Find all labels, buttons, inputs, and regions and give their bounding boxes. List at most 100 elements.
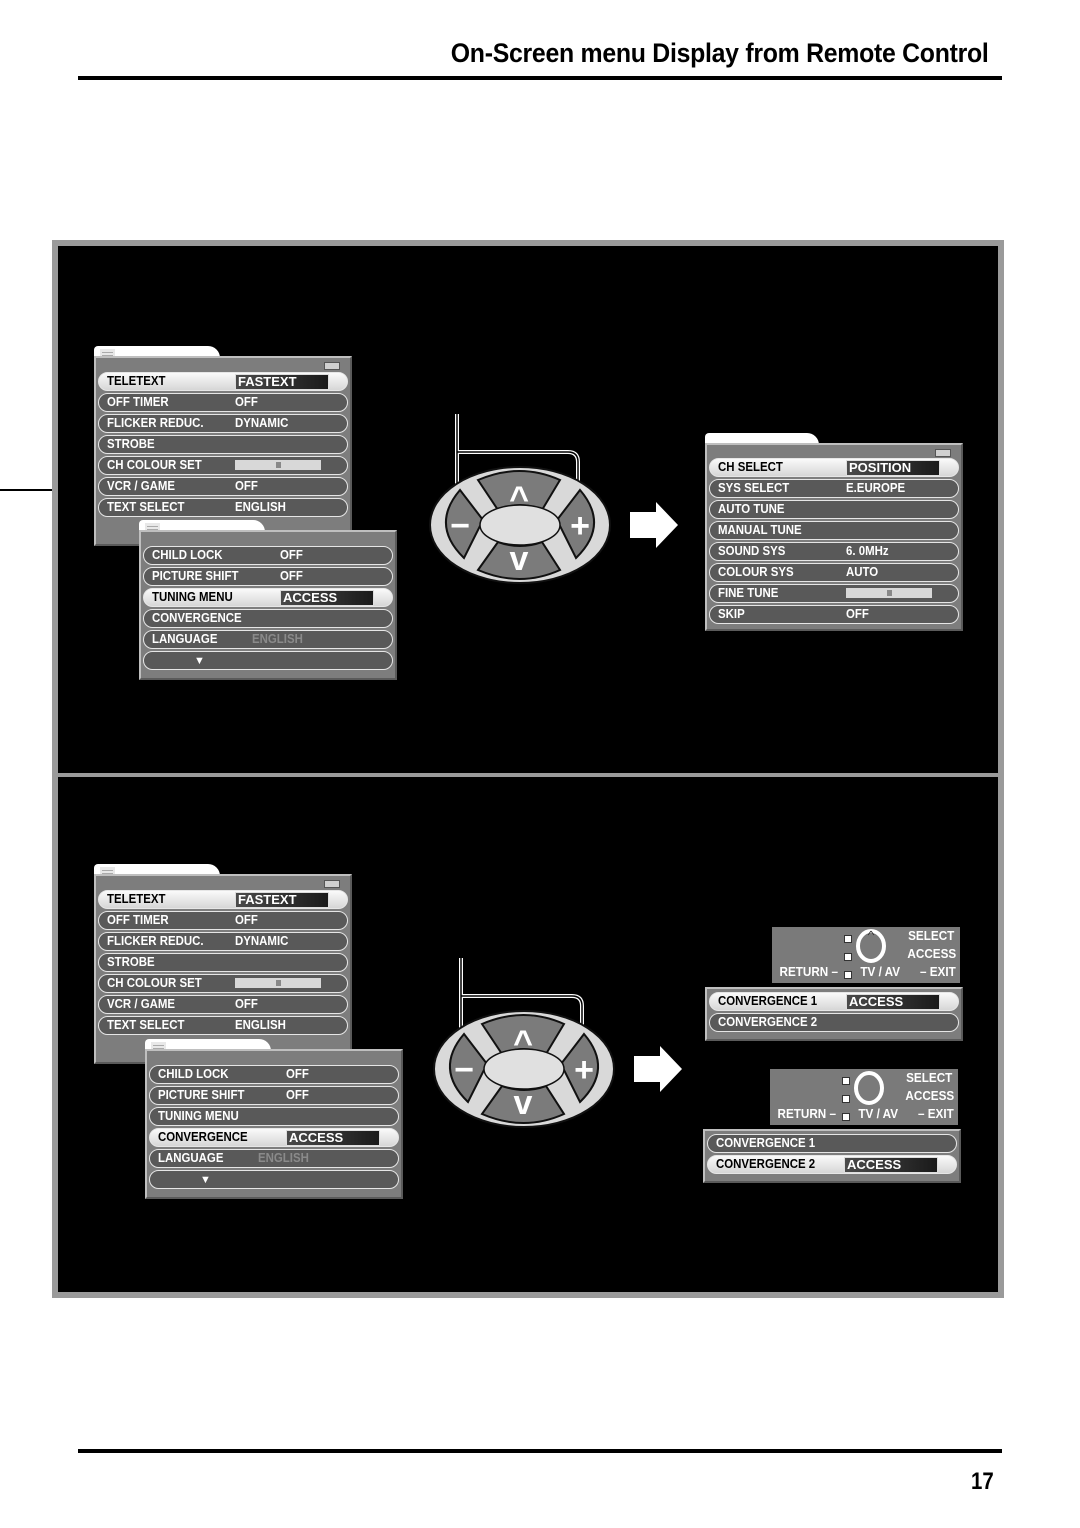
menu-row[interactable]: CONVERGENCE 1 ACCESS [709, 992, 959, 1011]
help-tvav: TV / AV [860, 964, 900, 979]
menu-row-label: CONVERGENCE 2 [716, 1156, 816, 1171]
menu-row[interactable]: STROBE [98, 953, 348, 972]
menu-row-value: ENGLISH [252, 631, 303, 646]
menu-row[interactable]: LANGUAGE ENGLISH [149, 1149, 399, 1168]
menu-row[interactable]: SYS SELECT E.EUROPE [709, 479, 959, 498]
menu-row-value: ACCESS [844, 1157, 938, 1173]
menu-row-label: TUNING MENU [158, 1108, 239, 1123]
remote-dpad: ^ v − + [433, 958, 615, 1128]
menu-row-label: SKIP [718, 606, 745, 621]
menu-row-more[interactable]: ▼ [143, 651, 393, 670]
menu-row-value: AUTO [846, 564, 879, 579]
menu-row[interactable]: FINE TUNE [709, 584, 959, 603]
menu-row[interactable]: CHILD LOCK OFF [149, 1065, 399, 1084]
menu-row-label: TEXT SELECT [107, 1017, 185, 1032]
menu-row-label: MANUAL TUNE [718, 522, 802, 537]
menu-row[interactable]: CH COLOUR SET [98, 974, 348, 993]
menu-row-label: CHILD LOCK [158, 1066, 229, 1081]
menu-row[interactable]: LANGUAGE ENGLISH [143, 630, 393, 649]
menu-row-label: AUTO TUNE [718, 501, 785, 516]
help-legend: SELECT ACCESS RETURN – TV / AV – EXIT [772, 927, 960, 983]
slider-knob[interactable] [275, 462, 281, 468]
minus-icon: − [454, 1051, 474, 1089]
menu-row[interactable]: PICTURE SHIFT OFF [143, 567, 393, 586]
slider-bar[interactable] [235, 978, 321, 988]
menu-row-label: OFF TIMER [107, 394, 169, 409]
help-return: RETURN – [779, 964, 838, 979]
menu-row[interactable]: OFF TIMER OFF [98, 393, 348, 412]
menu-row[interactable]: PICTURE SHIFT OFF [149, 1086, 399, 1105]
menu-row-value: OFF [280, 568, 303, 583]
help-legend: SELECT ACCESS RETURN – TV / AV – EXIT [770, 1069, 958, 1125]
slider-bar[interactable] [846, 588, 932, 598]
menu-row[interactable]: FLICKER REDUC. DYNAMIC [98, 414, 348, 433]
up-arrow-icon: ^ [509, 480, 529, 518]
scroll-down-icon: ▼ [200, 1174, 211, 1186]
menu-row[interactable]: TELETEXT FASTEXT [98, 890, 348, 909]
tv-mini-icon [935, 449, 951, 457]
menu-row-label: CONVERGENCE 1 [718, 993, 818, 1008]
menu-row[interactable]: TUNING MENU ACCESS [143, 588, 393, 607]
title-rule [78, 76, 1002, 80]
menu-row-value: OFF [235, 912, 258, 927]
arrow-right-icon [630, 502, 678, 548]
menu-row-value: ACCESS [286, 1130, 380, 1146]
scroll-down-icon: ▼ [194, 655, 205, 667]
menu-row[interactable]: TUNING MENU [149, 1107, 399, 1126]
menu-row[interactable]: TEXT SELECT ENGLISH [98, 498, 348, 517]
menu-row[interactable]: OFF TIMER OFF [98, 911, 348, 930]
menu-row-value: ENGLISH [235, 499, 286, 514]
help-access: ACCESS [905, 1088, 954, 1103]
menu-row[interactable]: FLICKER REDUC. DYNAMIC [98, 932, 348, 951]
menu-row-more[interactable]: ▼ [149, 1170, 399, 1189]
slider-knob[interactable] [275, 980, 281, 986]
up-arrow-icon: ^ [513, 1024, 533, 1062]
slider-bar[interactable] [235, 460, 321, 470]
menu-row-value: ACCESS [846, 994, 940, 1010]
menu-row[interactable]: CH SELECT POSITION [709, 458, 959, 477]
menu-row-label: STROBE [107, 436, 155, 451]
help-select: SELECT [907, 928, 954, 943]
menu-row[interactable]: CH COLOUR SET [98, 456, 348, 475]
minus-icon: − [450, 507, 470, 545]
convergence-menu: CONVERGENCE 1 ACCESS CONVERGENCE 2 [705, 987, 963, 1041]
menu-row-label: CH SELECT [718, 459, 783, 474]
menu-row[interactable]: SOUND SYS 6. 0MHz [709, 542, 959, 561]
menu-row[interactable]: VCR / GAME OFF [98, 477, 348, 496]
menu-row-label: CH COLOUR SET [107, 975, 202, 990]
menu-row-value: ENGLISH [235, 1017, 286, 1032]
menu-row-value: ACCESS [280, 590, 374, 606]
help-return: RETURN – [777, 1106, 836, 1121]
menu-row[interactable]: STROBE [98, 435, 348, 454]
menu-row[interactable]: CONVERGENCE 2 [709, 1013, 959, 1032]
menu-row-label: CH COLOUR SET [107, 457, 202, 472]
menu-row[interactable]: CHILD LOCK OFF [143, 546, 393, 565]
menu-row[interactable]: CONVERGENCE [143, 609, 393, 628]
menu-row[interactable]: COLOUR SYS AUTO [709, 563, 959, 582]
menu-row-label: PICTURE SHIFT [152, 568, 239, 583]
help-select: SELECT [905, 1070, 952, 1085]
menu-row-label: VCR / GAME [107, 996, 176, 1011]
setup-menu: TELETEXT FASTEXT OFF TIMER OFF FLICKER REDUC… [94, 864, 352, 1064]
setup-menu: TELETEXT FASTEXT OFF TIMER OFF FLICKER REDUC… [94, 346, 352, 546]
menu-row[interactable]: CONVERGENCE 2 ACCESS [707, 1155, 957, 1174]
menu-row[interactable]: VCR / GAME OFF [98, 995, 348, 1014]
menu-row-value: OFF [235, 996, 258, 1011]
menu-row[interactable]: MANUAL TUNE [709, 521, 959, 540]
menu-row[interactable]: TEXT SELECT ENGLISH [98, 1016, 348, 1035]
menu-row-label: PICTURE SHIFT [158, 1087, 245, 1102]
menu-row-label: LANGUAGE [152, 631, 218, 646]
menu-row-label: TEXT SELECT [107, 499, 185, 514]
menu-row-label: VCR / GAME [107, 478, 176, 493]
slider-knob[interactable] [886, 590, 892, 596]
menu-row-value: 6. 0MHz [846, 543, 889, 558]
menu-row[interactable]: CONVERGENCE ACCESS [149, 1128, 399, 1147]
menu-row[interactable]: TELETEXT FASTEXT [98, 372, 348, 391]
plus-icon: + [574, 1051, 594, 1089]
arrow-right-icon [634, 1046, 682, 1092]
menu-row-value: OFF [235, 478, 258, 493]
dpad-mini-icon [854, 1071, 884, 1105]
menu-row[interactable]: AUTO TUNE [709, 500, 959, 519]
menu-row[interactable]: SKIP OFF [709, 605, 959, 624]
menu-row[interactable]: CONVERGENCE 1 [707, 1134, 957, 1153]
